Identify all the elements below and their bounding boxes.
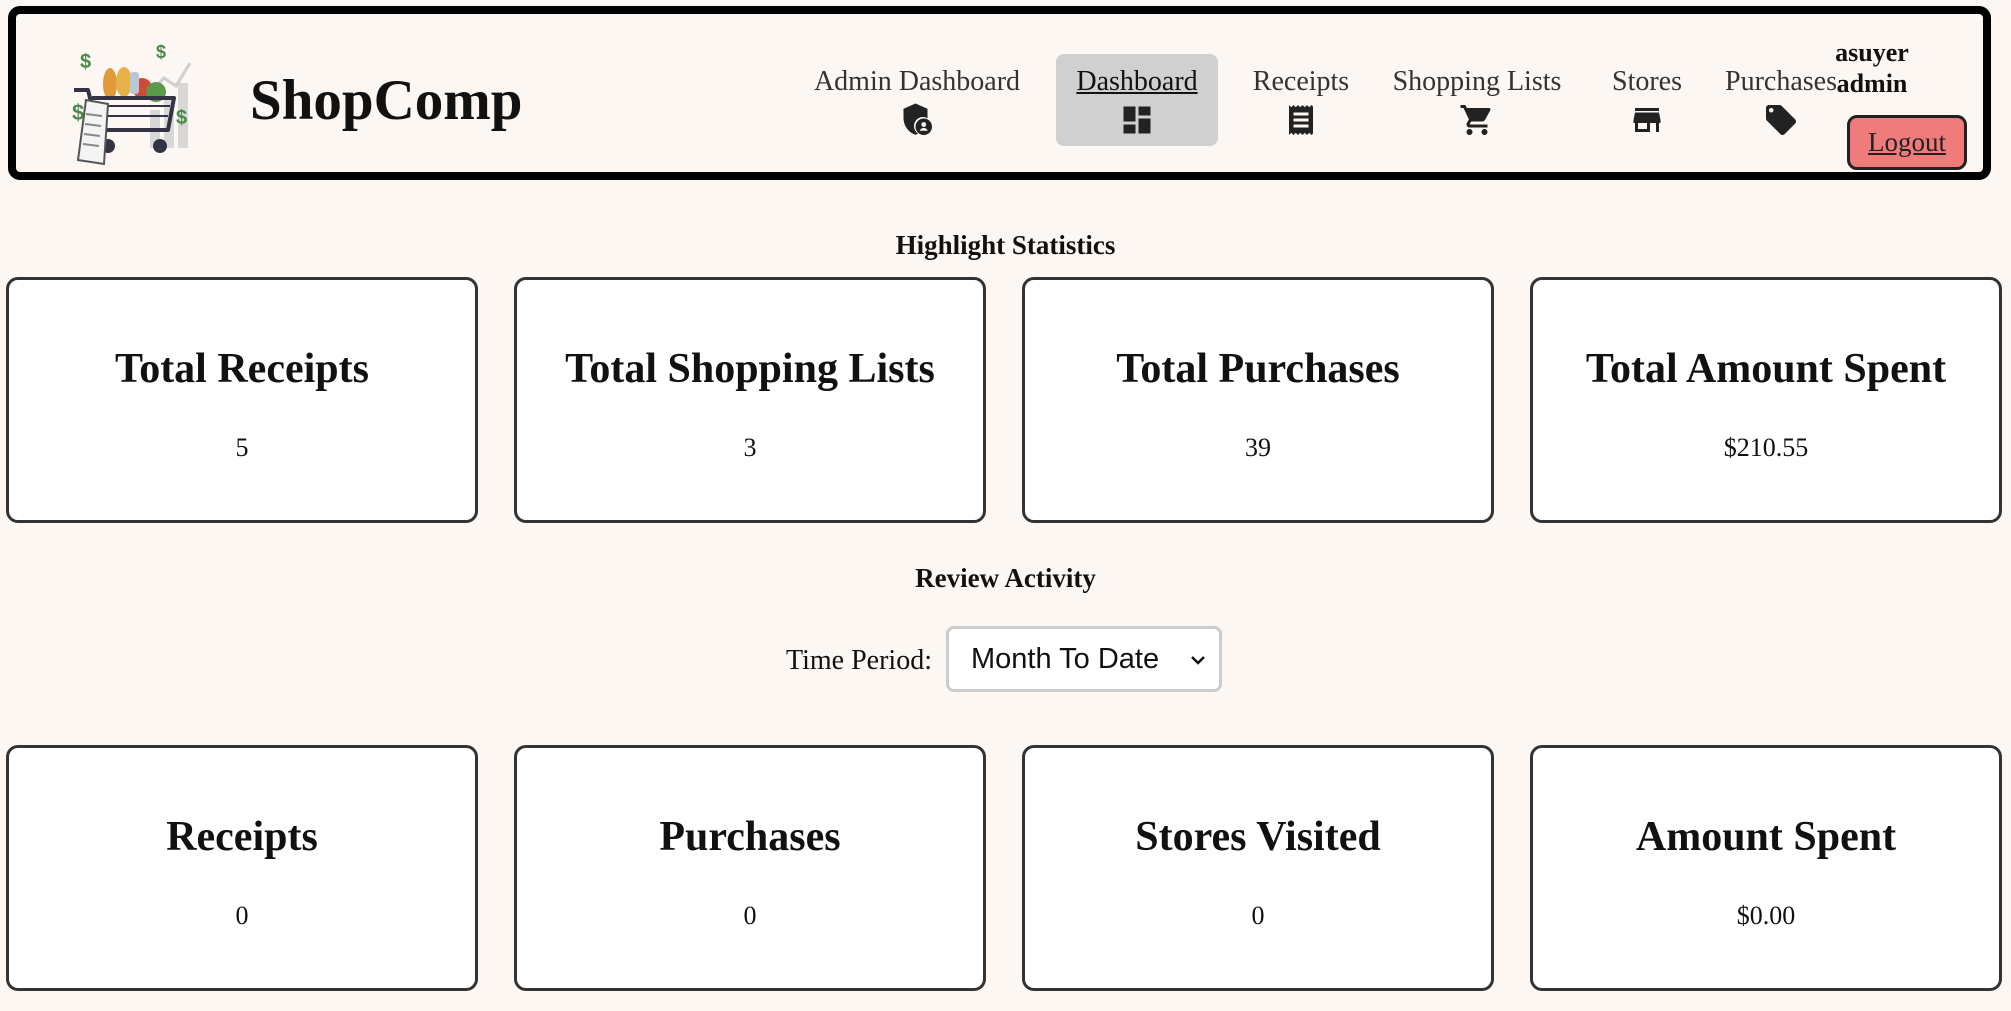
card-value: 39: [1245, 433, 1271, 462]
svg-text:$: $: [156, 42, 166, 62]
nav-admin-dashboard[interactable]: Admin Dashboard: [813, 54, 1021, 146]
shopping-cart-logo-icon: $ $ $ $: [72, 42, 192, 166]
card-value: $0.00: [1736, 901, 1796, 930]
user-name: asuyer: [1835, 38, 1909, 67]
activity-card-purchases: Purchases 0: [514, 745, 986, 991]
store-icon: [1633, 108, 1661, 132]
card-title: Total Purchases: [1116, 346, 1400, 392]
review-activity-title: Review Activity: [915, 563, 1096, 593]
nav-shopping-lists[interactable]: Shopping Lists: [1386, 54, 1568, 146]
stat-card-total-amount-spent: Total Amount Spent $210.55: [1530, 277, 2002, 523]
card-value: 0: [743, 901, 757, 930]
nav-label: Stores: [1612, 66, 1682, 97]
card-title: Stores Visited: [1135, 814, 1381, 860]
nav-label: Shopping Lists: [1392, 66, 1562, 97]
card-value: 3: [743, 433, 757, 462]
stat-card-total-receipts: Total Receipts 5: [6, 277, 478, 523]
card-title: Purchases: [659, 814, 841, 860]
card-value: 5: [235, 433, 249, 462]
nav-dashboard[interactable]: Dashboard: [1056, 54, 1218, 146]
nav-purchases[interactable]: Purchases: [1716, 54, 1846, 146]
time-period-select[interactable]: Month To Date: [946, 626, 1222, 692]
nav-label: Receipts: [1252, 66, 1350, 97]
brand-title[interactable]: ShopComp: [250, 72, 522, 129]
card-value: 0: [235, 901, 249, 930]
highlight-statistics-title: Highlight Statistics: [895, 230, 1116, 260]
dashboard-icon: [1123, 106, 1151, 134]
card-title: Total Amount Spent: [1585, 346, 1947, 392]
time-period-value: Month To Date: [971, 642, 1160, 675]
card-value: $210.55: [1723, 433, 1809, 462]
stat-card-total-purchases: Total Purchases 39: [1022, 277, 1494, 523]
nav-label: Dashboard: [1076, 66, 1198, 97]
tag-icon: [1766, 105, 1796, 135]
activity-card-receipts: Receipts 0: [6, 745, 478, 991]
card-title: Total Receipts: [115, 346, 369, 392]
activity-card-amount-spent: Amount Spent $0.00: [1530, 745, 2002, 991]
header-bar: $ $ $ $ ShopComp Admin Dashboard Dashboa…: [8, 6, 1991, 180]
stat-card-total-shopping-lists: Total Shopping Lists 3: [514, 277, 986, 523]
activity-card-stores-visited: Stores Visited 0: [1022, 745, 1494, 991]
svg-text:$: $: [176, 107, 187, 129]
card-title: Amount Spent: [1635, 814, 1897, 860]
svg-text:$: $: [80, 51, 91, 73]
nav-label: Admin Dashboard: [813, 66, 1021, 97]
receipt-icon: [1289, 105, 1313, 135]
logout-button[interactable]: Logout: [1847, 115, 1967, 170]
card-title: Total Shopping Lists: [565, 346, 935, 392]
card-title: Receipts: [166, 814, 318, 860]
shopping-cart-icon: [1460, 105, 1491, 135]
nav-receipts[interactable]: Receipts: [1238, 54, 1364, 146]
card-value: 0: [1251, 901, 1265, 930]
user-role: admin: [1836, 69, 1908, 98]
chevron-down-icon: [1191, 656, 1205, 665]
admin-shield-icon: [903, 103, 932, 135]
time-period-label: Time Period:: [786, 645, 932, 676]
nav-stores[interactable]: Stores: [1596, 54, 1698, 146]
